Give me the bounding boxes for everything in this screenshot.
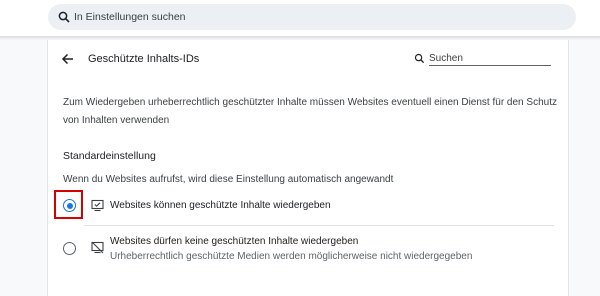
page-description: Zum Wiedergeben urheberrechtlich geschüt… <box>63 97 557 126</box>
page-title: Geschützte Inhalts-IDs <box>88 53 200 65</box>
settings-card: Geschützte Inhalts-IDs Zum Wiedergeben u… <box>47 40 569 296</box>
settings-search-input[interactable] <box>74 4 554 30</box>
back-arrow-icon[interactable] <box>60 51 76 67</box>
radio-block-protected-content[interactable] <box>63 242 76 255</box>
subpage-search-input[interactable] <box>429 51 551 66</box>
protected-content-allowed-icon <box>91 199 104 212</box>
option-allow-label[interactable]: Websites können geschützte Inhalte wiede… <box>110 200 331 211</box>
protected-content-blocked-icon <box>91 241 104 254</box>
search-icon <box>58 11 70 23</box>
option-block-sublabel: Urheberrechtlich geschützte Medien werde… <box>110 251 473 262</box>
settings-search-bar[interactable] <box>48 4 576 30</box>
search-icon <box>414 53 425 64</box>
option-block-label[interactable]: Websites dürfen keine geschützten Inhalt… <box>110 236 358 247</box>
top-bar <box>0 0 600 36</box>
section-title: Standardeinstellung <box>63 150 156 162</box>
option-divider <box>84 225 554 226</box>
section-hint: Wenn du Websites aufrufst, wird diese Ei… <box>63 174 394 185</box>
selection-highlight-box <box>54 190 83 219</box>
